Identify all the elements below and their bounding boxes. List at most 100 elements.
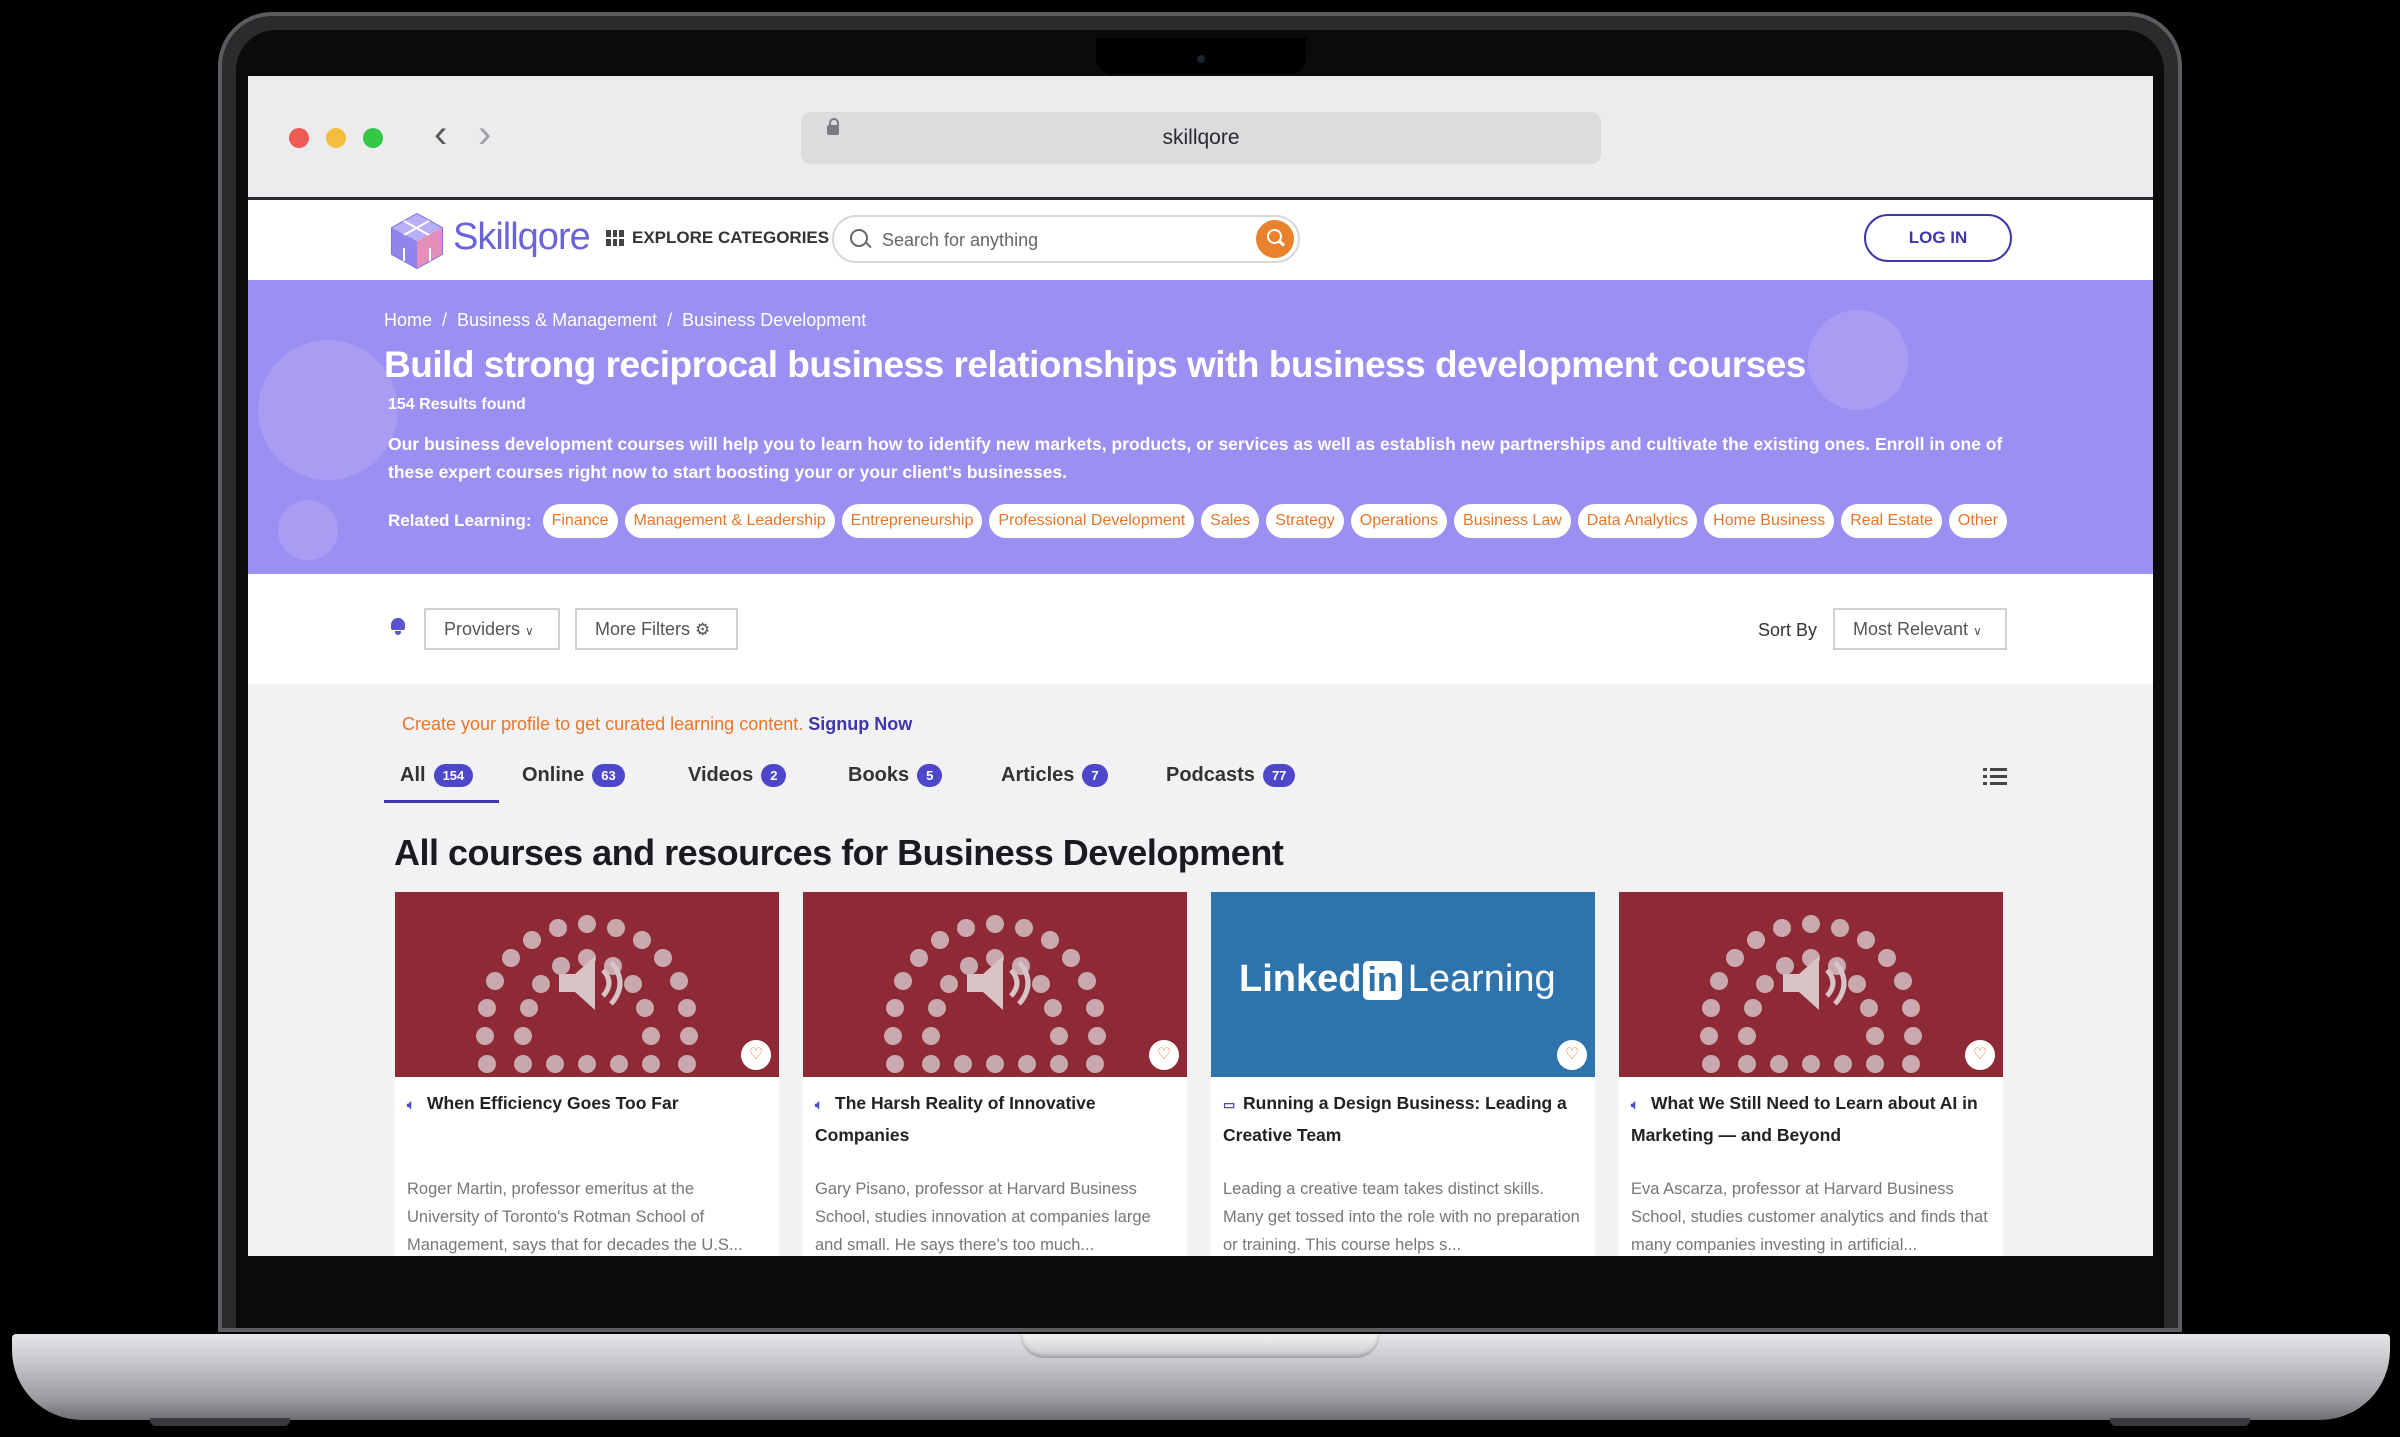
- count-badge: 154: [433, 764, 474, 787]
- more-filters-label: More Filters: [595, 619, 691, 639]
- section-title: All courses and resources for Business D…: [394, 832, 1284, 873]
- logo-text-in: in: [1363, 961, 1402, 1000]
- results-count: 154 Results found: [388, 396, 526, 413]
- count-badge: 77: [1262, 764, 1296, 787]
- chip-operations[interactable]: Operations: [1350, 504, 1448, 538]
- laptop-icon: ▭: [1223, 1097, 1236, 1112]
- heart-icon[interactable]: ♡: [1557, 1040, 1587, 1070]
- sort-by-label: Sort By: [1758, 620, 1818, 640]
- chip-strategy[interactable]: Strategy: [1266, 504, 1344, 538]
- forward-arrow-icon[interactable]: ›: [478, 114, 491, 154]
- count-badge: 5: [917, 764, 943, 787]
- browser-chrome: ‹ › skillqore: [248, 76, 2153, 200]
- tab-label: Videos: [688, 764, 754, 786]
- chip-finance[interactable]: Finance: [542, 504, 618, 538]
- speaker-icon: 🔈︎: [815, 1097, 823, 1112]
- signup-promo: Create your profile to get curated learn…: [402, 714, 912, 735]
- chip-data-analytics[interactable]: Data Analytics: [1577, 504, 1698, 538]
- card-description: Eva Ascarza, professor at Harvard Busine…: [1631, 1180, 1988, 1254]
- search-submit-button[interactable]: [1256, 220, 1294, 258]
- list-view-icon[interactable]: [1983, 766, 2007, 786]
- card-title: 🔈︎ The Harsh Reality of Innovative Compan…: [815, 1088, 1175, 1151]
- back-arrow-icon[interactable]: ‹: [434, 114, 447, 154]
- promo-text: Create your profile to get curated learn…: [402, 714, 804, 734]
- providers-label: Providers: [444, 619, 521, 639]
- laptop-foot-right: [2110, 1418, 2250, 1426]
- chevron-down-icon: ∨: [525, 624, 534, 638]
- tab-all[interactable]: All 154: [400, 764, 474, 787]
- explore-categories-label: EXPLORE CATEGORIES: [632, 228, 830, 247]
- breadcrumb-business-management[interactable]: Business & Management: [457, 310, 657, 330]
- url-text: skillqore: [1162, 126, 1240, 149]
- hero-banner: Home / Business & Management / Business Deve…: [248, 280, 2153, 574]
- minimize-window-button[interactable]: [326, 128, 346, 148]
- tab-articles[interactable]: Articles 7: [1001, 764, 1108, 787]
- count-badge: 7: [1082, 764, 1108, 787]
- active-tab-indicator: [384, 800, 499, 803]
- podcast-thumbnail: ♡: [1619, 892, 2003, 1077]
- logo-text[interactable]: Skillqore: [453, 216, 591, 259]
- decorative-circle: [258, 340, 398, 480]
- site-header: Skillqore EXPLORE CATEGORIES LOG IN: [248, 200, 2153, 280]
- explore-categories-button[interactable]: EXPLORE CATEGORIES: [606, 228, 829, 248]
- maximize-window-button[interactable]: [363, 128, 383, 148]
- card-title: 🔈︎ What We Still Need to Learn about AI i…: [1631, 1088, 1991, 1151]
- count-badge: 2: [761, 764, 787, 787]
- course-card[interactable]: ♡ 🔈︎ The Harsh Reality of Innovative Comp…: [803, 892, 1187, 1256]
- linkedin-learning-thumbnail: Linked in Learning ♡: [1211, 892, 1595, 1077]
- filter-bar: Providers ∨ More Filters ⚙ Sort By Most …: [248, 574, 2153, 684]
- breadcrumb-business-development[interactable]: Business Development: [682, 310, 866, 330]
- chip-sales[interactable]: Sales: [1201, 504, 1260, 538]
- card-description: Roger Martin, professor emeritus at the …: [407, 1180, 743, 1254]
- chip-professional-development[interactable]: Professional Development: [989, 504, 1195, 538]
- podcast-thumbnail-graphic: [1619, 892, 2003, 1077]
- logo-text-linked: Linked: [1239, 958, 1362, 1000]
- podcast-thumbnail-graphic: [395, 892, 779, 1077]
- more-filters-button[interactable]: More Filters ⚙: [575, 608, 738, 650]
- login-button[interactable]: LOG IN: [1864, 214, 2012, 262]
- chip-real-estate[interactable]: Real Estate: [1841, 504, 1942, 538]
- tab-label: Books: [848, 764, 910, 786]
- chevron-down-icon: ∨: [1973, 624, 1982, 638]
- signup-now-link[interactable]: Signup Now: [808, 714, 912, 734]
- bell-icon[interactable]: [391, 618, 405, 635]
- decorative-circle: [278, 500, 338, 560]
- card-title: ▭ Running a Design Business: Leading a Cr…: [1223, 1088, 1583, 1151]
- tab-podcasts[interactable]: Podcasts 77: [1166, 764, 1296, 787]
- chip-home-business[interactable]: Home Business: [1704, 504, 1835, 538]
- laptop-foot-left: [150, 1418, 290, 1426]
- tab-videos[interactable]: Videos 2: [688, 764, 787, 787]
- decorative-circle: [1808, 310, 1908, 410]
- card-title-text: What We Still Need to Learn about AI in …: [1631, 1093, 1978, 1145]
- heart-icon[interactable]: ♡: [1965, 1040, 1995, 1070]
- tab-online[interactable]: Online 63: [522, 764, 625, 787]
- chip-other[interactable]: Other: [1948, 504, 2007, 538]
- related-learning-label: Related Learning:: [388, 511, 532, 530]
- grid-icon: [606, 230, 624, 246]
- search-input[interactable]: [880, 225, 1234, 255]
- skillqore-logo-icon[interactable]: [386, 210, 448, 272]
- chip-entrepreneurship[interactable]: Entrepreneurship: [841, 504, 983, 538]
- chip-business-law[interactable]: Business Law: [1454, 504, 1571, 538]
- course-card[interactable]: ♡ 🔈︎ What We Still Need to Learn about AI…: [1619, 892, 2003, 1256]
- tab-books[interactable]: Books 5: [848, 764, 943, 787]
- hero-description: Our business development courses will he…: [388, 434, 2003, 482]
- address-bar[interactable]: skillqore: [801, 112, 1601, 164]
- chip-management-leadership[interactable]: Management & Leadership: [624, 504, 835, 538]
- card-description: Gary Pisano, professor at Harvard Busine…: [815, 1180, 1151, 1254]
- gear-icon: ⚙: [695, 620, 711, 639]
- course-card[interactable]: ♡ 🔈︎ When Efficiency Goes Too Far Roger M…: [395, 892, 779, 1256]
- magnifier-icon: [1267, 229, 1282, 244]
- providers-dropdown[interactable]: Providers ∨: [424, 608, 560, 650]
- close-window-button[interactable]: [289, 128, 309, 148]
- speaker-icon: 🔈︎: [407, 1097, 415, 1112]
- course-card[interactable]: Linked in Learning ♡ ▭ Running a Design Bus…: [1211, 892, 1595, 1256]
- sort-dropdown[interactable]: Most Relevant ∨: [1833, 608, 2007, 650]
- heart-icon[interactable]: ♡: [741, 1040, 771, 1070]
- heart-icon[interactable]: ♡: [1149, 1040, 1179, 1070]
- card-title-text: When Efficiency Goes Too Far: [427, 1093, 679, 1113]
- podcast-thumbnail-graphic: [803, 892, 1187, 1077]
- breadcrumb: Home / Business & Management / Business Deve…: [384, 310, 867, 330]
- linkedin-learning-logo: Linked in Learning: [1239, 958, 1556, 1001]
- breadcrumb-home[interactable]: Home: [384, 310, 432, 330]
